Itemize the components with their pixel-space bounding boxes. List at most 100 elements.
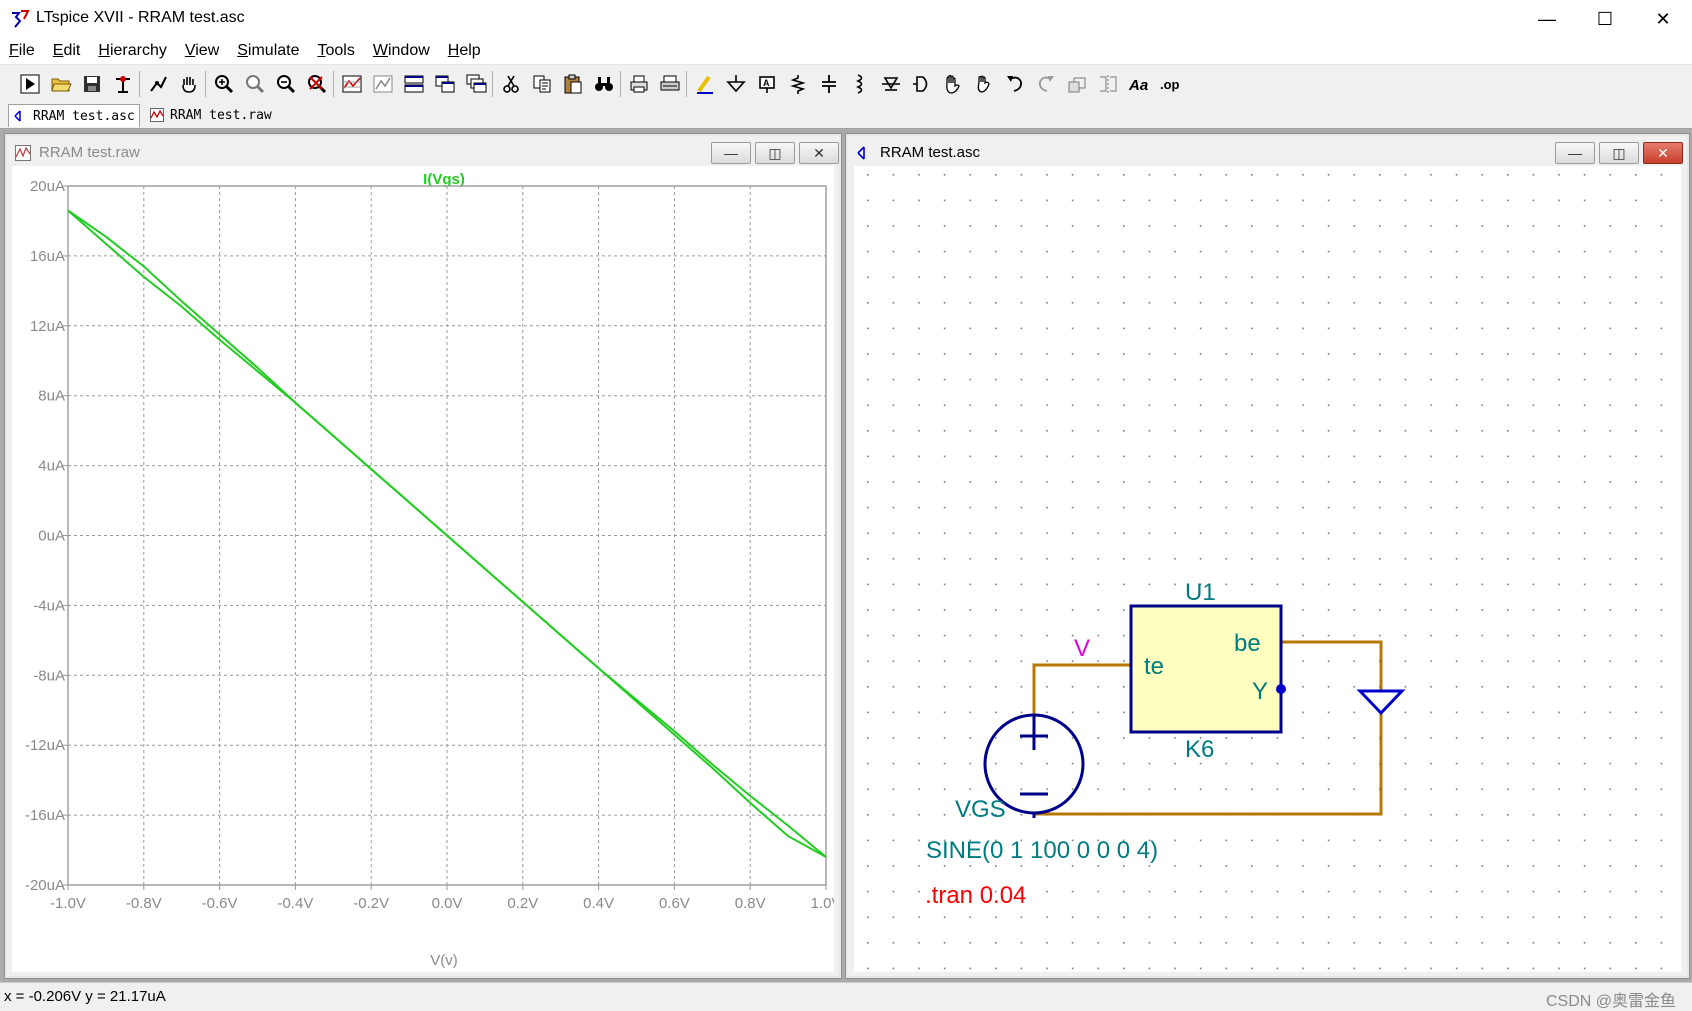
spice-directive[interactable]: .tran 0.04 xyxy=(925,882,1026,909)
y-tick-label: 8uA xyxy=(38,388,65,405)
pan-button[interactable] xyxy=(177,72,201,96)
save-icon xyxy=(84,76,100,92)
tile-horizontal-button[interactable] xyxy=(402,72,426,96)
component-u1-name: U1 xyxy=(1185,579,1216,606)
redo-button[interactable] xyxy=(1034,72,1058,96)
waveform-plot[interactable]: I(Vgs) V(v) -1.0V -0.8V -0.6V -0.4V -0.2V 0.0… xyxy=(12,166,834,972)
schematic-close-button[interactable]: ✕ xyxy=(1643,142,1683,164)
pin-y-label: Y xyxy=(1252,678,1268,705)
move-button[interactable] xyxy=(941,72,965,96)
schematic-window-titlebar[interactable]: RRAM test.asc — ◫ ✕ xyxy=(850,138,1685,166)
zoom-rect-button[interactable] xyxy=(243,72,267,96)
capacitor-button[interactable] xyxy=(817,72,841,96)
move-icon xyxy=(946,75,960,94)
mark-unmark-button[interactable] xyxy=(371,72,395,96)
waveform-restore-button[interactable]: ◫ xyxy=(755,142,795,164)
print-icon xyxy=(630,75,648,93)
draw-wire-icon xyxy=(697,75,713,94)
waveform-minimize-button[interactable]: — xyxy=(711,142,751,164)
tab-schematic[interactable]: RRAM test.asc xyxy=(8,104,140,127)
net-label-v[interactable]: V xyxy=(1074,635,1090,662)
label-net-button[interactable]: A xyxy=(755,72,779,96)
menu-view[interactable]: View xyxy=(176,38,228,64)
cut-button[interactable] xyxy=(499,72,523,96)
x-tick-label: 0.6V xyxy=(659,895,690,912)
window-close-button[interactable]: ✕ xyxy=(1634,0,1692,38)
drag-icon xyxy=(977,75,990,93)
cut-icon xyxy=(503,75,519,93)
schematic-restore-button[interactable]: ◫ xyxy=(1599,142,1639,164)
zoom-cancel-icon xyxy=(308,75,327,94)
watermark: CSDN @奥雷金鱼 xyxy=(1545,993,1676,1010)
menu-help[interactable]: Help xyxy=(439,38,490,64)
run-probe-button[interactable] xyxy=(146,72,170,96)
zoom-in-button[interactable] xyxy=(212,72,236,96)
pin-be-label: be xyxy=(1234,630,1261,657)
waveform-icon xyxy=(15,145,31,161)
zoom-rect-icon xyxy=(246,75,265,94)
menu-tools[interactable]: Tools xyxy=(309,38,364,64)
run-button[interactable] xyxy=(18,72,42,96)
ground-button[interactable] xyxy=(724,72,748,96)
paste-button[interactable] xyxy=(561,72,585,96)
toolbar-separator xyxy=(333,71,334,97)
waveform-window-titlebar[interactable]: RRAM test.raw — ◫ ✕ xyxy=(9,138,839,166)
component-button[interactable] xyxy=(910,72,934,96)
y-tick-label: 16uA xyxy=(30,248,65,265)
svg-text:.op: .op xyxy=(1160,77,1180,92)
diode-button[interactable] xyxy=(879,72,903,96)
spice-directive-button[interactable]: .op xyxy=(1158,72,1182,96)
menu-hierarchy[interactable]: Hierarchy xyxy=(89,38,175,64)
toolbar-separator xyxy=(492,71,493,97)
title-bar: LTspice XVII - RRAM test.asc — ☐ ✕ xyxy=(0,0,1692,39)
menu-window[interactable]: Window xyxy=(364,38,439,64)
resistor-button[interactable] xyxy=(786,72,810,96)
status-bar: x = -0.206V y = 21.17uA CSDN @奥雷金鱼 xyxy=(0,982,1692,1010)
print-button[interactable] xyxy=(627,72,651,96)
print-setup-button[interactable] xyxy=(658,72,682,96)
menu-edit[interactable]: Edit xyxy=(44,38,90,64)
window-minimize-button[interactable]: — xyxy=(1518,0,1576,38)
svg-text:Aa: Aa xyxy=(1128,77,1148,94)
menu-simulate[interactable]: Simulate xyxy=(228,38,308,64)
open-button[interactable] xyxy=(49,72,73,96)
drag-button[interactable] xyxy=(972,72,996,96)
autorange-button[interactable] xyxy=(340,72,364,96)
waveform-close-button[interactable]: ✕ xyxy=(799,142,839,164)
x-axis-label: V(v) xyxy=(430,952,458,969)
undo-button[interactable] xyxy=(1003,72,1027,96)
cascade-button[interactable] xyxy=(464,72,488,96)
menu-file[interactable]: File xyxy=(0,38,44,64)
zoom-out-button[interactable] xyxy=(274,72,298,96)
spice-directive-icon: .op xyxy=(1160,77,1180,92)
mirror-icon xyxy=(1100,75,1117,93)
tile-vertical-button[interactable] xyxy=(433,72,457,96)
schematic-canvas[interactable]: U1 K6 te be Y V VGS SINE(0 1 100 0 0 0 4… xyxy=(854,166,1681,972)
source-value[interactable]: SINE(0 1 100 0 0 0 4) xyxy=(926,837,1158,864)
cascade-icon xyxy=(466,74,487,93)
inductor-icon xyxy=(855,74,863,94)
x-tick-label: -0.8V xyxy=(126,895,162,912)
inductor-button[interactable] xyxy=(848,72,872,96)
find-button[interactable] xyxy=(592,72,616,96)
rotate-button[interactable] xyxy=(1065,72,1089,96)
run-probe-icon xyxy=(150,76,167,92)
window-maximize-button[interactable]: ☐ xyxy=(1576,0,1634,38)
zoom-cancel-button[interactable] xyxy=(305,72,329,96)
paste-icon xyxy=(564,74,582,94)
mdi-workspace: RRAM test.raw — ◫ ✕ I(Vgs) V(v) -1.0V -0.… xyxy=(0,129,1692,982)
control-panel-button[interactable] xyxy=(111,72,135,96)
open-icon xyxy=(51,78,72,92)
save-button[interactable] xyxy=(80,72,104,96)
tab-waveform[interactable]: RRAM test.raw xyxy=(146,104,276,126)
capacitor-icon xyxy=(822,75,836,93)
draw-wire-button[interactable] xyxy=(693,72,717,96)
mirror-button[interactable] xyxy=(1096,72,1120,96)
cursor-coordinates: x = -0.206V y = 21.17uA xyxy=(4,988,166,1005)
waveform-window-title: RRAM test.raw xyxy=(39,144,140,161)
copy-button[interactable] xyxy=(530,72,554,96)
diode-icon xyxy=(882,77,900,91)
schematic-minimize-button[interactable]: — xyxy=(1555,142,1595,164)
mark-unmark-icon xyxy=(373,75,393,93)
text-button[interactable]: Aa xyxy=(1127,72,1151,96)
